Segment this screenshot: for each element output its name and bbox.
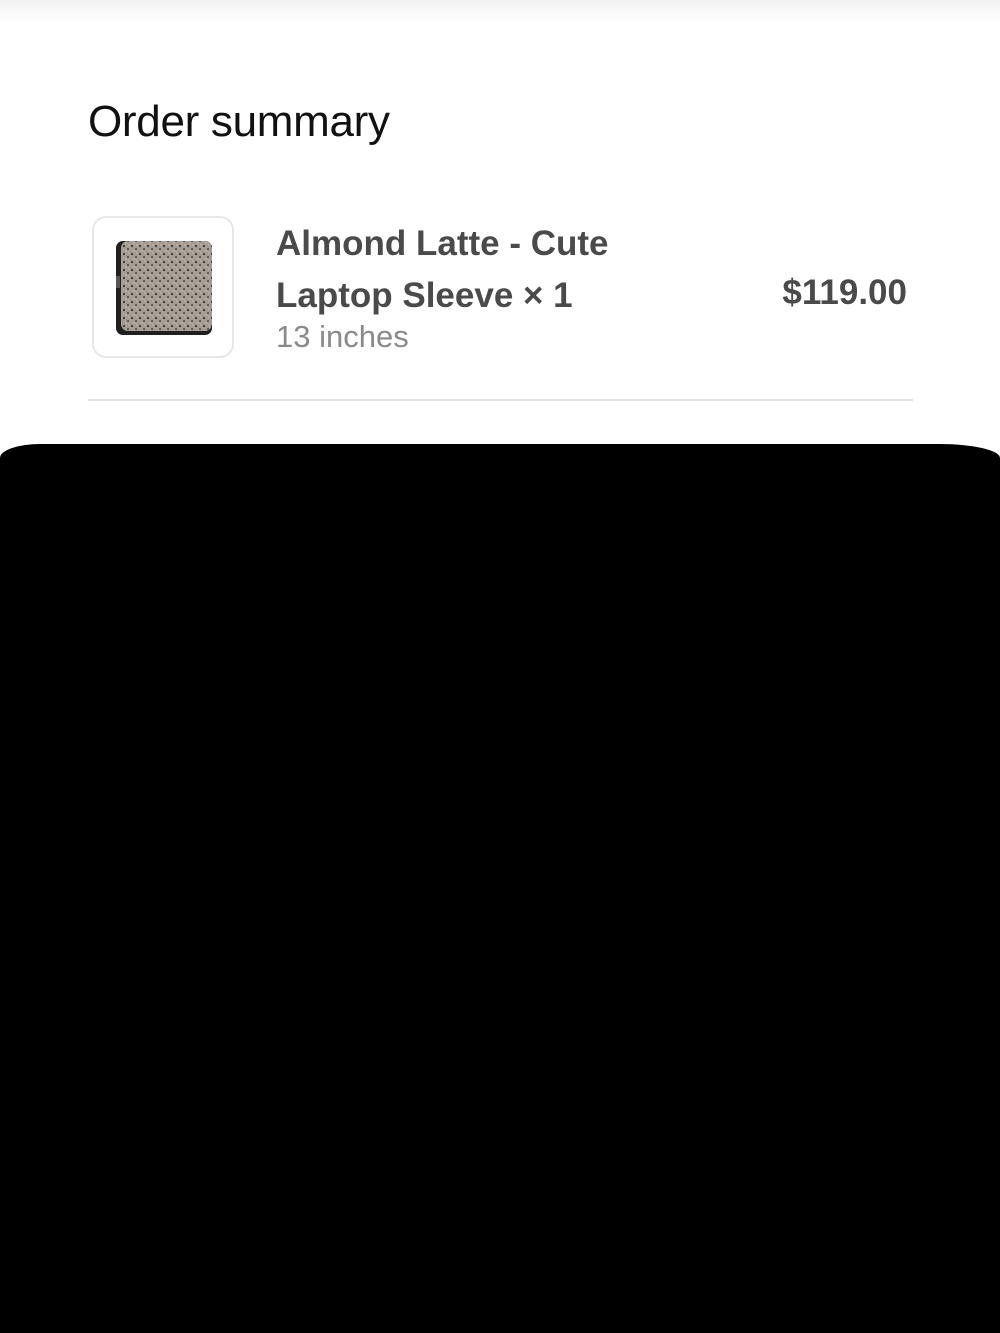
item-name: Almond Latte - Cute Laptop Sleeve × 1 (276, 224, 609, 315)
redacted-area (0, 444, 1000, 1333)
item-variant: 13 inches (276, 319, 409, 354)
item-price: $119.00 (782, 273, 907, 312)
laptop-sleeve-image (116, 241, 212, 335)
order-summary-title: Order summary (88, 97, 390, 146)
product-thumbnail (92, 216, 234, 358)
divider (88, 399, 913, 401)
top-fade (0, 0, 1000, 22)
